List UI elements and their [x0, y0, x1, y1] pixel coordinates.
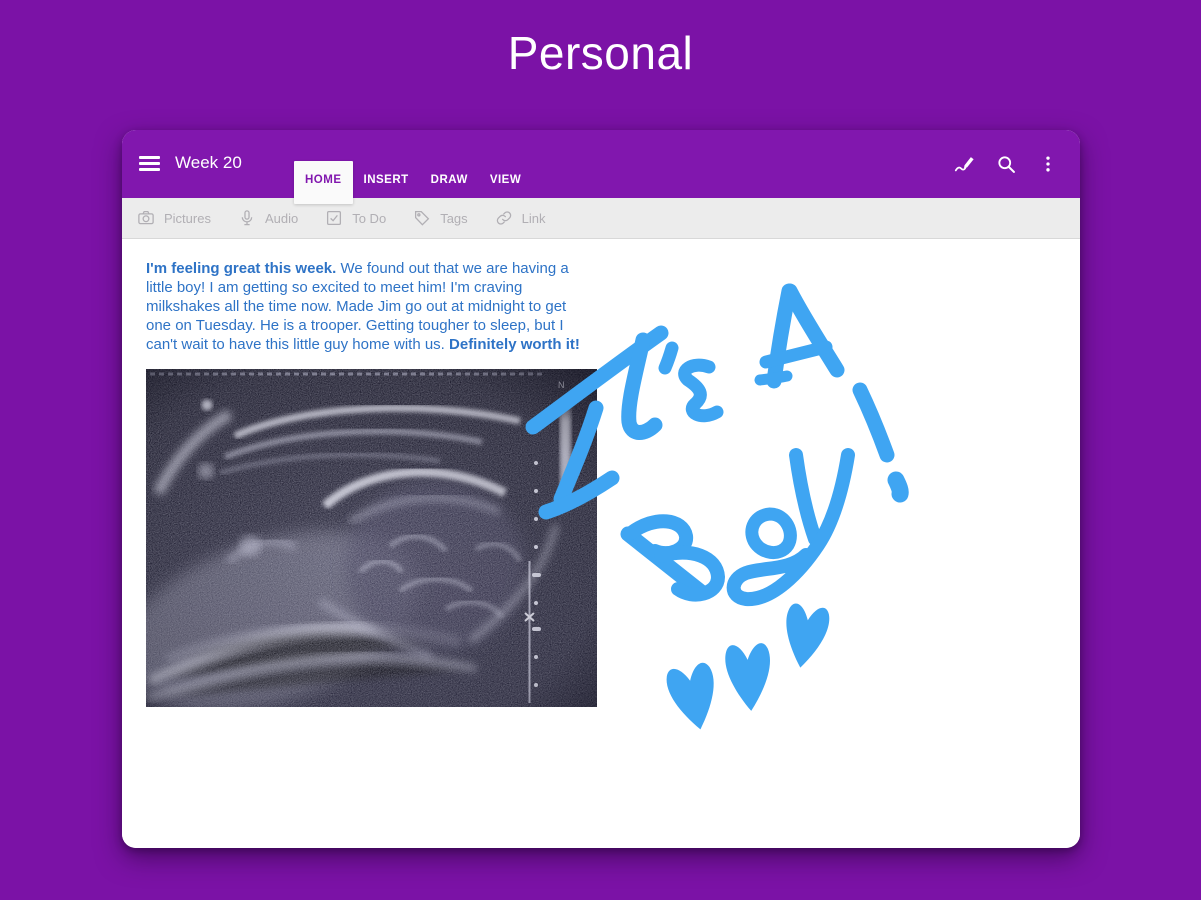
- tab-home[interactable]: HOME: [294, 161, 353, 204]
- notebook-title: Personal: [0, 26, 1201, 80]
- ribbon-item-tags[interactable]: Tags: [413, 209, 467, 227]
- microphone-icon: [238, 209, 256, 227]
- ribbon-item-label: Link: [522, 211, 546, 226]
- checkbox-icon: [325, 209, 343, 227]
- menu-icon[interactable]: [139, 156, 160, 171]
- ribbon-item-link[interactable]: Link: [495, 209, 546, 227]
- ribbon-item-audio[interactable]: Audio: [238, 209, 298, 227]
- note-canvas[interactable]: I'm feeling great this week. We found ou…: [122, 239, 1080, 848]
- ultrasound-image[interactable]: N: [146, 369, 597, 707]
- note-paragraph: I'm feeling great this week. We found ou…: [146, 259, 580, 354]
- ribbon-toolbar: Pictures Audio To Do Tags: [122, 198, 1080, 239]
- ribbon-item-label: To Do: [352, 211, 386, 226]
- tab-draw[interactable]: DRAW: [420, 161, 479, 198]
- tab-insert[interactable]: INSERT: [353, 161, 420, 198]
- ribbon-item-pictures[interactable]: Pictures: [137, 209, 211, 227]
- link-icon: [495, 209, 513, 227]
- ribbon-item-todo[interactable]: To Do: [325, 209, 386, 227]
- ribbon-item-label: Pictures: [164, 211, 211, 226]
- page-name: Week 20: [175, 153, 242, 173]
- appbar-actions: [950, 150, 1062, 178]
- app-header: Week 20 HOME INSERT DRAW VIEW: [122, 130, 1080, 198]
- camera-icon: [137, 209, 155, 227]
- search-icon[interactable]: [992, 150, 1020, 178]
- ink-pen-icon[interactable]: [950, 150, 978, 178]
- ribbon-item-label: Audio: [265, 211, 298, 226]
- tab-view[interactable]: VIEW: [479, 161, 532, 198]
- ribbon-item-label: Tags: [440, 211, 467, 226]
- overflow-menu-icon[interactable]: [1034, 150, 1062, 178]
- tag-icon: [413, 209, 431, 227]
- onenote-window: Week 20 HOME INSERT DRAW VIEW: [122, 130, 1080, 848]
- ribbon-tabs: HOME INSERT DRAW VIEW: [294, 161, 532, 198]
